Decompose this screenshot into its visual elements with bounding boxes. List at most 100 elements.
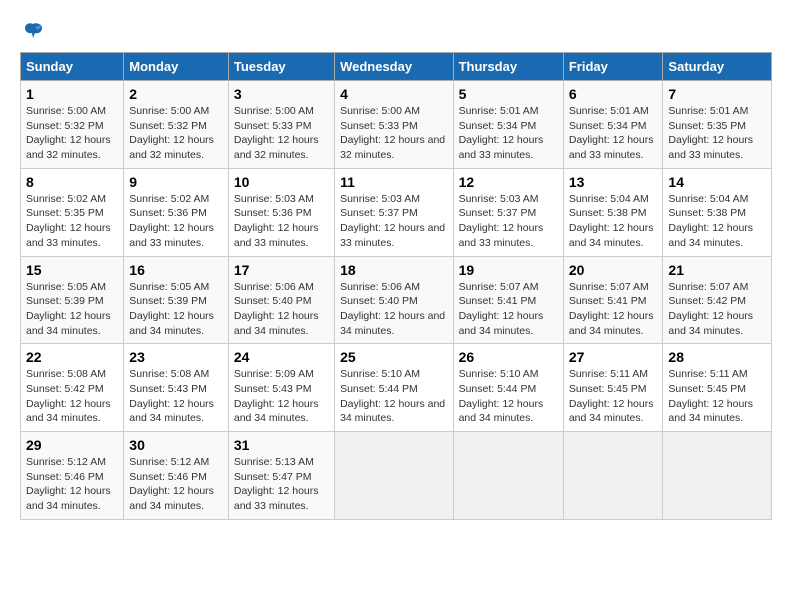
- day-number: 22: [26, 349, 118, 365]
- day-info: Sunrise: 5:00 AMSunset: 5:33 PMDaylight:…: [340, 105, 445, 161]
- calendar-cell: 23 Sunrise: 5:08 AMSunset: 5:43 PMDaylig…: [124, 344, 229, 432]
- day-info: Sunrise: 5:09 AMSunset: 5:43 PMDaylight:…: [234, 368, 319, 424]
- calendar-header-row: SundayMondayTuesdayWednesdayThursdayFrid…: [21, 53, 772, 81]
- calendar-cell: 22 Sunrise: 5:08 AMSunset: 5:42 PMDaylig…: [21, 344, 124, 432]
- day-number: 9: [129, 174, 223, 190]
- day-number: 6: [569, 86, 658, 102]
- day-number: 29: [26, 437, 118, 453]
- day-info: Sunrise: 5:11 AMSunset: 5:45 PMDaylight:…: [668, 368, 753, 424]
- calendar-cell: 30 Sunrise: 5:12 AMSunset: 5:46 PMDaylig…: [124, 432, 229, 520]
- calendar-cell: 9 Sunrise: 5:02 AMSunset: 5:36 PMDayligh…: [124, 168, 229, 256]
- day-number: 1: [26, 86, 118, 102]
- calendar-cell: 29 Sunrise: 5:12 AMSunset: 5:46 PMDaylig…: [21, 432, 124, 520]
- day-info: Sunrise: 5:13 AMSunset: 5:47 PMDaylight:…: [234, 456, 319, 512]
- day-info: Sunrise: 5:03 AMSunset: 5:37 PMDaylight:…: [340, 193, 445, 249]
- day-number: 7: [668, 86, 766, 102]
- day-info: Sunrise: 5:07 AMSunset: 5:41 PMDaylight:…: [459, 281, 544, 337]
- calendar-cell: 5 Sunrise: 5:01 AMSunset: 5:34 PMDayligh…: [453, 81, 563, 169]
- calendar-week-1: 1 Sunrise: 5:00 AMSunset: 5:32 PMDayligh…: [21, 81, 772, 169]
- day-info: Sunrise: 5:00 AMSunset: 5:32 PMDaylight:…: [129, 105, 214, 161]
- day-info: Sunrise: 5:02 AMSunset: 5:36 PMDaylight:…: [129, 193, 214, 249]
- day-info: Sunrise: 5:08 AMSunset: 5:42 PMDaylight:…: [26, 368, 111, 424]
- day-number: 27: [569, 349, 658, 365]
- calendar-cell: 13 Sunrise: 5:04 AMSunset: 5:38 PMDaylig…: [563, 168, 663, 256]
- day-info: Sunrise: 5:03 AMSunset: 5:37 PMDaylight:…: [459, 193, 544, 249]
- day-info: Sunrise: 5:01 AMSunset: 5:34 PMDaylight:…: [569, 105, 654, 161]
- calendar-cell: 2 Sunrise: 5:00 AMSunset: 5:32 PMDayligh…: [124, 81, 229, 169]
- day-number: 17: [234, 262, 329, 278]
- calendar-cell: [335, 432, 453, 520]
- day-number: 4: [340, 86, 447, 102]
- day-number: 8: [26, 174, 118, 190]
- calendar-cell: 14 Sunrise: 5:04 AMSunset: 5:38 PMDaylig…: [663, 168, 772, 256]
- day-info: Sunrise: 5:03 AMSunset: 5:36 PMDaylight:…: [234, 193, 319, 249]
- day-number: 24: [234, 349, 329, 365]
- header-saturday: Saturday: [663, 53, 772, 81]
- day-number: 19: [459, 262, 558, 278]
- calendar-cell: 7 Sunrise: 5:01 AMSunset: 5:35 PMDayligh…: [663, 81, 772, 169]
- calendar-cell: [663, 432, 772, 520]
- day-info: Sunrise: 5:11 AMSunset: 5:45 PMDaylight:…: [569, 368, 654, 424]
- day-info: Sunrise: 5:00 AMSunset: 5:32 PMDaylight:…: [26, 105, 111, 161]
- calendar-cell: 4 Sunrise: 5:00 AMSunset: 5:33 PMDayligh…: [335, 81, 453, 169]
- day-number: 21: [668, 262, 766, 278]
- calendar-cell: 20 Sunrise: 5:07 AMSunset: 5:41 PMDaylig…: [563, 256, 663, 344]
- day-info: Sunrise: 5:02 AMSunset: 5:35 PMDaylight:…: [26, 193, 111, 249]
- day-number: 30: [129, 437, 223, 453]
- calendar-week-3: 15 Sunrise: 5:05 AMSunset: 5:39 PMDaylig…: [21, 256, 772, 344]
- calendar-cell: 18 Sunrise: 5:06 AMSunset: 5:40 PMDaylig…: [335, 256, 453, 344]
- calendar-cell: [563, 432, 663, 520]
- calendar-cell: 11 Sunrise: 5:03 AMSunset: 5:37 PMDaylig…: [335, 168, 453, 256]
- day-info: Sunrise: 5:12 AMSunset: 5:46 PMDaylight:…: [26, 456, 111, 512]
- day-info: Sunrise: 5:10 AMSunset: 5:44 PMDaylight:…: [459, 368, 544, 424]
- calendar-week-2: 8 Sunrise: 5:02 AMSunset: 5:35 PMDayligh…: [21, 168, 772, 256]
- header-monday: Monday: [124, 53, 229, 81]
- page-header: [20, 20, 772, 42]
- calendar-cell: 21 Sunrise: 5:07 AMSunset: 5:42 PMDaylig…: [663, 256, 772, 344]
- calendar-cell: 10 Sunrise: 5:03 AMSunset: 5:36 PMDaylig…: [228, 168, 334, 256]
- calendar-cell: 27 Sunrise: 5:11 AMSunset: 5:45 PMDaylig…: [563, 344, 663, 432]
- day-number: 11: [340, 174, 447, 190]
- day-number: 20: [569, 262, 658, 278]
- calendar-cell: 6 Sunrise: 5:01 AMSunset: 5:34 PMDayligh…: [563, 81, 663, 169]
- day-number: 31: [234, 437, 329, 453]
- day-number: 18: [340, 262, 447, 278]
- day-number: 13: [569, 174, 658, 190]
- day-info: Sunrise: 5:07 AMSunset: 5:41 PMDaylight:…: [569, 281, 654, 337]
- day-info: Sunrise: 5:08 AMSunset: 5:43 PMDaylight:…: [129, 368, 214, 424]
- calendar-cell: 1 Sunrise: 5:00 AMSunset: 5:32 PMDayligh…: [21, 81, 124, 169]
- day-number: 14: [668, 174, 766, 190]
- calendar-cell: 12 Sunrise: 5:03 AMSunset: 5:37 PMDaylig…: [453, 168, 563, 256]
- day-info: Sunrise: 5:04 AMSunset: 5:38 PMDaylight:…: [569, 193, 654, 249]
- day-number: 16: [129, 262, 223, 278]
- calendar-cell: 17 Sunrise: 5:06 AMSunset: 5:40 PMDaylig…: [228, 256, 334, 344]
- day-number: 3: [234, 86, 329, 102]
- logo-bird-icon: [22, 20, 44, 42]
- day-info: Sunrise: 5:06 AMSunset: 5:40 PMDaylight:…: [340, 281, 445, 337]
- header-friday: Friday: [563, 53, 663, 81]
- day-info: Sunrise: 5:00 AMSunset: 5:33 PMDaylight:…: [234, 105, 319, 161]
- calendar-cell: 26 Sunrise: 5:10 AMSunset: 5:44 PMDaylig…: [453, 344, 563, 432]
- header-sunday: Sunday: [21, 53, 124, 81]
- calendar-cell: 28 Sunrise: 5:11 AMSunset: 5:45 PMDaylig…: [663, 344, 772, 432]
- day-number: 25: [340, 349, 447, 365]
- calendar-cell: 16 Sunrise: 5:05 AMSunset: 5:39 PMDaylig…: [124, 256, 229, 344]
- calendar-cell: [453, 432, 563, 520]
- calendar-cell: 19 Sunrise: 5:07 AMSunset: 5:41 PMDaylig…: [453, 256, 563, 344]
- day-info: Sunrise: 5:06 AMSunset: 5:40 PMDaylight:…: [234, 281, 319, 337]
- day-info: Sunrise: 5:05 AMSunset: 5:39 PMDaylight:…: [26, 281, 111, 337]
- header-tuesday: Tuesday: [228, 53, 334, 81]
- day-info: Sunrise: 5:01 AMSunset: 5:34 PMDaylight:…: [459, 105, 544, 161]
- day-number: 2: [129, 86, 223, 102]
- day-number: 23: [129, 349, 223, 365]
- calendar-table: SundayMondayTuesdayWednesdayThursdayFrid…: [20, 52, 772, 520]
- calendar-week-4: 22 Sunrise: 5:08 AMSunset: 5:42 PMDaylig…: [21, 344, 772, 432]
- day-number: 12: [459, 174, 558, 190]
- day-number: 15: [26, 262, 118, 278]
- day-number: 26: [459, 349, 558, 365]
- day-info: Sunrise: 5:12 AMSunset: 5:46 PMDaylight:…: [129, 456, 214, 512]
- day-info: Sunrise: 5:07 AMSunset: 5:42 PMDaylight:…: [668, 281, 753, 337]
- header-thursday: Thursday: [453, 53, 563, 81]
- calendar-cell: 24 Sunrise: 5:09 AMSunset: 5:43 PMDaylig…: [228, 344, 334, 432]
- day-number: 10: [234, 174, 329, 190]
